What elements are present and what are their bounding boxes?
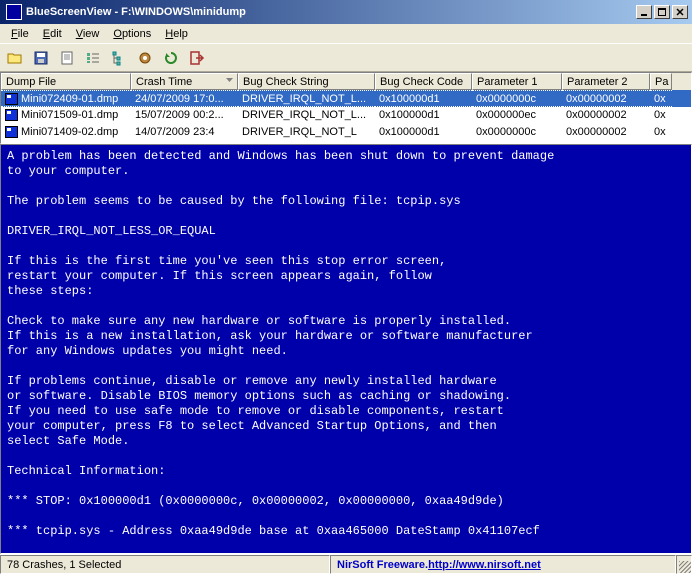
table-row[interactable]: Mini071509-01.dmp 15/07/2009 00:2... DRI… — [1, 107, 691, 124]
exit-icon — [189, 50, 205, 66]
dump-icon — [5, 126, 18, 138]
folder-icon — [7, 50, 23, 66]
window-controls — [636, 5, 690, 19]
col-param1[interactable]: Parameter 1 — [472, 73, 562, 90]
cell-code: 0x100000d1 — [375, 107, 472, 124]
cell-p1: 0x0000000c — [472, 124, 562, 141]
document-icon — [59, 50, 75, 66]
cell-p1: 0x000000ec — [472, 107, 562, 124]
list-icon — [85, 50, 101, 66]
title-bar: BlueScreenView - F:\WINDOWS\minidump — [0, 0, 692, 24]
cell-p3: 0x — [650, 124, 672, 141]
cell-time: 15/07/2009 00:2... — [131, 107, 238, 124]
dump-list[interactable]: Dump File Crash Time Bug Check String Bu… — [0, 72, 692, 144]
bsod-preview: A problem has been detected and Windows … — [0, 144, 692, 554]
cell-str: DRIVER_IRQL_NOT_L — [238, 124, 375, 141]
refresh-icon — [163, 50, 179, 66]
cell-p3: 0x — [650, 107, 672, 124]
settings-button[interactable] — [134, 47, 156, 69]
cell-time: 14/07/2009 23:4 — [131, 124, 238, 141]
status-bar: 78 Crashes, 1 Selected NirSoft Freeware.… — [0, 554, 692, 574]
column-header-row: Dump File Crash Time Bug Check String Bu… — [1, 73, 691, 90]
cell-time: 24/07/2009 17:0... — [131, 90, 238, 107]
cell-str: DRIVER_IRQL_NOT_L... — [238, 90, 375, 107]
save-button[interactable] — [30, 47, 52, 69]
options-button[interactable] — [82, 47, 104, 69]
minimize-button[interactable] — [636, 5, 652, 19]
menu-edit[interactable]: Edit — [36, 26, 69, 42]
cell-str: DRIVER_IRQL_NOT_L... — [238, 107, 375, 124]
table-row[interactable]: Mini071409-02.dmp 14/07/2009 23:4 DRIVER… — [1, 124, 691, 141]
maximize-button[interactable] — [654, 5, 670, 19]
props-button[interactable] — [56, 47, 78, 69]
cell-p2: 0x00000002 — [562, 90, 650, 107]
col-crash-time[interactable]: Crash Time — [131, 73, 238, 90]
cell-code: 0x100000d1 — [375, 124, 472, 141]
toolbar — [0, 44, 692, 72]
menu-help-label: elp — [173, 28, 188, 40]
status-right: NirSoft Freeware. http://www.nirsoft.net — [330, 555, 676, 574]
status-brand: NirSoft Freeware. — [337, 559, 428, 571]
cell-file: Mini071509-01.dmp — [21, 109, 118, 121]
gear-icon — [137, 50, 153, 66]
menu-bar: File Edit View Options Help — [0, 24, 692, 44]
open-button[interactable] — [4, 47, 26, 69]
exit-button[interactable] — [186, 47, 208, 69]
cell-code: 0x100000d1 — [375, 90, 472, 107]
tree-icon — [111, 50, 127, 66]
cell-p1: 0x0000000c — [472, 90, 562, 107]
menu-file-label: ile — [18, 28, 29, 40]
cell-p2: 0x00000002 — [562, 124, 650, 141]
menu-options-label: ptions — [122, 28, 151, 40]
table-row[interactable]: Mini072409-01.dmp 24/07/2009 17:0... DRI… — [1, 90, 691, 107]
dump-icon — [5, 93, 18, 105]
refresh-button[interactable] — [160, 47, 182, 69]
menu-edit-label: dit — [50, 28, 62, 40]
status-link[interactable]: http://www.nirsoft.net — [428, 559, 541, 571]
list-body: Mini072409-01.dmp 24/07/2009 17:0... DRI… — [1, 90, 691, 141]
app-icon — [6, 4, 22, 20]
col-param3[interactable]: Pa — [650, 73, 672, 90]
menu-options[interactable]: Options — [106, 26, 158, 42]
menu-view[interactable]: View — [69, 26, 107, 42]
col-dump-file[interactable]: Dump File — [1, 73, 131, 90]
floppy-icon — [33, 50, 49, 66]
menu-file[interactable]: File — [4, 26, 36, 42]
cell-file: Mini072409-01.dmp — [21, 93, 118, 105]
resize-grip[interactable] — [676, 555, 692, 574]
tree-button[interactable] — [108, 47, 130, 69]
status-left: 78 Crashes, 1 Selected — [0, 555, 330, 574]
cell-p2: 0x00000002 — [562, 107, 650, 124]
menu-help[interactable]: Help — [158, 26, 195, 42]
cell-file: Mini071409-02.dmp — [21, 126, 118, 138]
cell-p3: 0x — [650, 90, 672, 107]
col-param2[interactable]: Parameter 2 — [562, 73, 650, 90]
col-bug-code[interactable]: Bug Check Code — [375, 73, 472, 90]
window-title: BlueScreenView - F:\WINDOWS\minidump — [26, 6, 246, 18]
col-bug-string[interactable]: Bug Check String — [238, 73, 375, 90]
col-crash-time-label: Crash Time — [136, 76, 192, 88]
close-button[interactable] — [672, 5, 688, 19]
menu-view-label: iew — [83, 28, 100, 40]
dump-icon — [5, 109, 18, 121]
sort-desc-icon — [226, 78, 233, 85]
